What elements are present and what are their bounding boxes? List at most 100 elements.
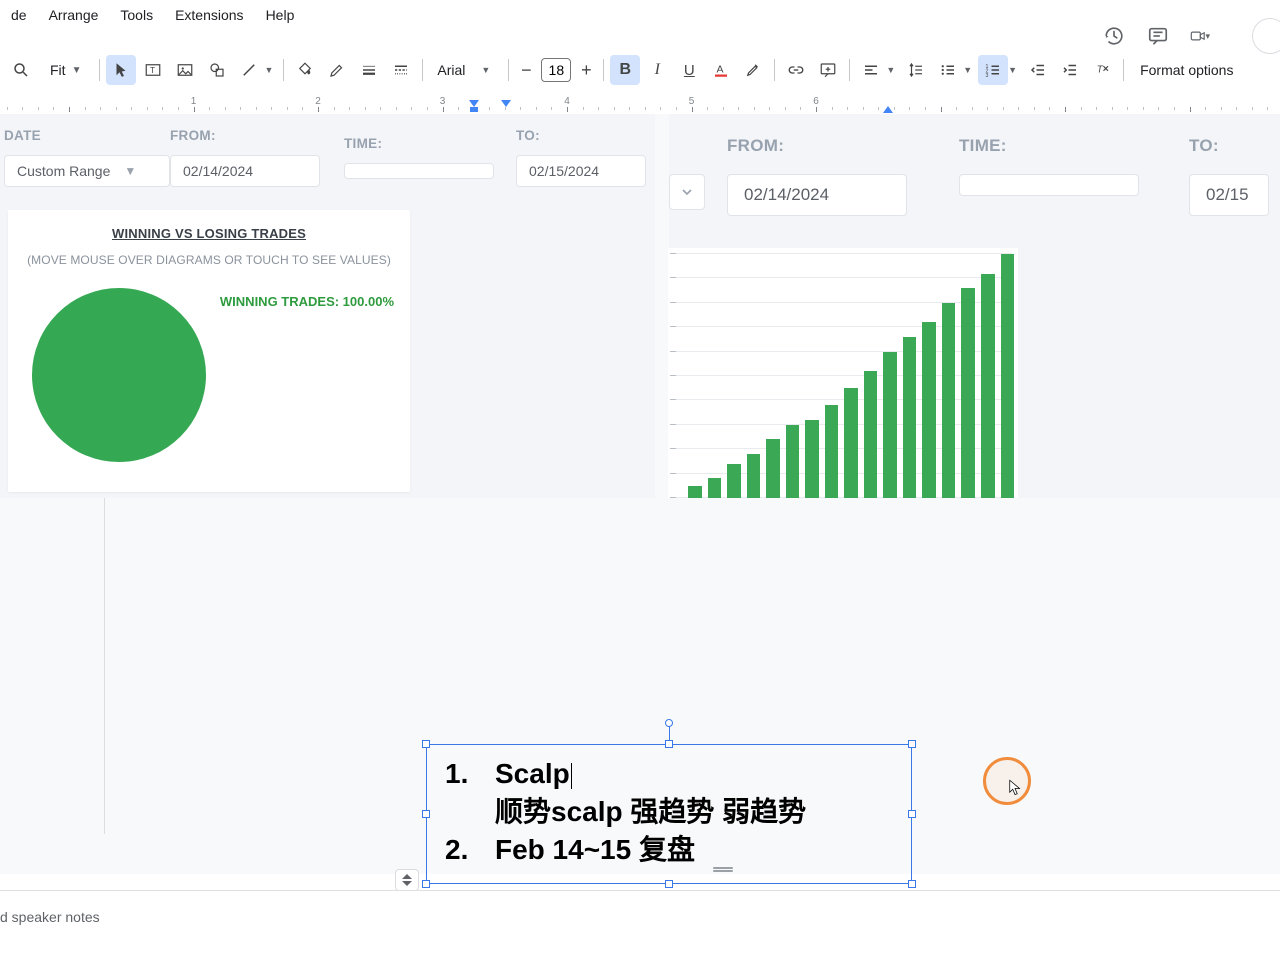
list-subtext-1: 顺势scalp 强趋势 弱趋势	[495, 796, 806, 827]
notes-resize-handle[interactable]	[713, 866, 725, 872]
menu-item-tools[interactable]: Tools	[109, 1, 164, 29]
resize-handle-br[interactable]	[908, 880, 916, 888]
zoom-select[interactable]: Fit ▼	[44, 62, 87, 78]
insert-link-icon[interactable]	[781, 55, 811, 85]
font-size-input[interactable]	[541, 58, 571, 82]
bar	[961, 288, 975, 498]
underline-button[interactable]: U	[674, 55, 704, 85]
menu-item-slide[interactable]: de	[0, 1, 38, 29]
insert-comment-icon[interactable]	[813, 55, 843, 85]
present-icon[interactable]: ▾	[1190, 24, 1214, 48]
menu-item-help[interactable]: Help	[255, 1, 306, 29]
bulleted-list-icon[interactable]	[933, 55, 963, 85]
image-tool[interactable]	[170, 55, 200, 85]
chevron-down-icon: ▼	[124, 164, 136, 178]
bold-button[interactable]: B	[610, 55, 640, 85]
search-icon[interactable]	[6, 55, 36, 85]
svg-text:T: T	[1097, 64, 1104, 75]
decrease-font-button[interactable]: −	[515, 59, 537, 81]
resize-handle-bl[interactable]	[422, 880, 430, 888]
numbered-list-icon[interactable]: 123	[978, 55, 1008, 85]
bar	[786, 425, 800, 498]
border-weight-icon[interactable]	[354, 55, 384, 85]
time-input[interactable]	[344, 163, 494, 179]
separator	[603, 59, 604, 81]
list-number-1: 1.	[445, 755, 495, 793]
line-tool[interactable]	[234, 55, 264, 85]
format-options-button[interactable]: Format options	[1130, 62, 1243, 78]
bar	[942, 303, 956, 498]
menu-bar: de Arrange Tools Extensions Help	[0, 0, 1280, 30]
chevron-down-icon[interactable]: ▼	[886, 65, 899, 75]
text-box-selected[interactable]: 1.Scalp 顺势scalp 强趋势 弱趋势 2.Feb 14~15 复盘	[426, 744, 912, 884]
text-content[interactable]: 1.Scalp 顺势scalp 强趋势 弱趋势 2.Feb 14~15 复盘	[427, 745, 911, 878]
history-icon[interactable]	[1102, 24, 1126, 48]
increase-indent-icon[interactable]	[1055, 55, 1085, 85]
from-date-input-right[interactable]: 02/14/2024	[727, 174, 907, 216]
rotation-handle[interactable]	[665, 719, 673, 727]
chevron-down-icon[interactable]: ▼	[1008, 65, 1021, 75]
chevron-down-icon[interactable]: ▼	[264, 65, 277, 75]
text-cursor	[571, 763, 572, 789]
to-date-input[interactable]: 02/15/2024	[516, 155, 646, 187]
label-to-right: TO:	[1189, 136, 1269, 156]
from-date-input[interactable]: 02/14/2024	[170, 155, 320, 187]
bar	[1001, 254, 1015, 498]
select-tool[interactable]	[106, 55, 136, 85]
border-color-icon[interactable]	[322, 55, 352, 85]
shape-tool[interactable]	[202, 55, 232, 85]
highlight-color-icon[interactable]	[738, 55, 768, 85]
card-subtitle: (MOVE MOUSE OVER DIAGRAMS OR TOUCH TO SE…	[8, 241, 410, 267]
bar	[981, 274, 995, 498]
bar	[903, 337, 917, 498]
ruler[interactable]: 123456	[0, 96, 1280, 114]
line-spacing-icon[interactable]	[901, 55, 931, 85]
border-dash-icon[interactable]	[386, 55, 416, 85]
date-range-select-right[interactable]	[669, 174, 705, 210]
menu-item-arrange[interactable]: Arrange	[38, 1, 110, 29]
decrease-indent-icon[interactable]	[1023, 55, 1053, 85]
increase-font-button[interactable]: +	[575, 59, 597, 81]
list-text-1: Scalp	[495, 758, 570, 789]
resize-handle-mr[interactable]	[908, 810, 916, 818]
svg-text:A: A	[717, 63, 724, 75]
resize-handle-tr[interactable]	[908, 740, 916, 748]
resize-handle-tl[interactable]	[422, 740, 430, 748]
clear-format-icon[interactable]: T	[1087, 55, 1117, 85]
slide-canvas[interactable]: DATE Custom Range ▼ FROM: 02/14/2024 TIM…	[0, 114, 1280, 874]
font-select[interactable]: Arial ▼	[429, 62, 502, 78]
fill-color-icon[interactable]	[290, 55, 320, 85]
separator	[422, 59, 423, 81]
separator	[1123, 59, 1124, 81]
text-color-icon[interactable]: A	[706, 55, 736, 85]
zoom-label: Fit	[50, 62, 66, 78]
bar	[922, 322, 936, 498]
menu-item-extensions[interactable]: Extensions	[164, 1, 254, 29]
to-date-input-right[interactable]: 02/15	[1189, 174, 1269, 216]
bar	[883, 352, 897, 498]
resize-handle-ml[interactable]	[422, 810, 430, 818]
comments-icon[interactable]	[1146, 24, 1170, 48]
winning-losing-card: WINNING VS LOSING TRADES (MOVE MOUSE OVE…	[8, 210, 410, 492]
pie-chart	[32, 288, 206, 462]
textbox-tool[interactable]: T	[138, 55, 168, 85]
avatar[interactable]	[1252, 18, 1280, 54]
mouse-cursor-icon	[1006, 778, 1024, 801]
autofit-toggle[interactable]	[395, 869, 419, 891]
speaker-notes[interactable]: d speaker notes	[0, 890, 1280, 960]
chevron-down-icon: ▼	[72, 65, 82, 76]
separator	[774, 59, 775, 81]
bar	[747, 454, 761, 498]
toolbar: Fit ▼ T ▼ Arial ▼ − + B I U A ▼ ▼ 123 ▼ …	[0, 48, 1280, 92]
date-range-value: Custom Range	[17, 163, 110, 179]
bar	[844, 388, 858, 498]
chevron-down-icon[interactable]: ▼	[963, 65, 976, 75]
date-range-select[interactable]: Custom Range ▼	[4, 155, 170, 187]
time-input-right[interactable]	[959, 174, 1139, 196]
resize-handle-bm[interactable]	[665, 880, 673, 888]
label-to: TO:	[516, 128, 646, 143]
label-from-right: FROM:	[727, 136, 959, 156]
italic-button[interactable]: I	[642, 55, 672, 85]
align-icon[interactable]	[856, 55, 886, 85]
resize-handle-tm[interactable]	[665, 740, 673, 748]
